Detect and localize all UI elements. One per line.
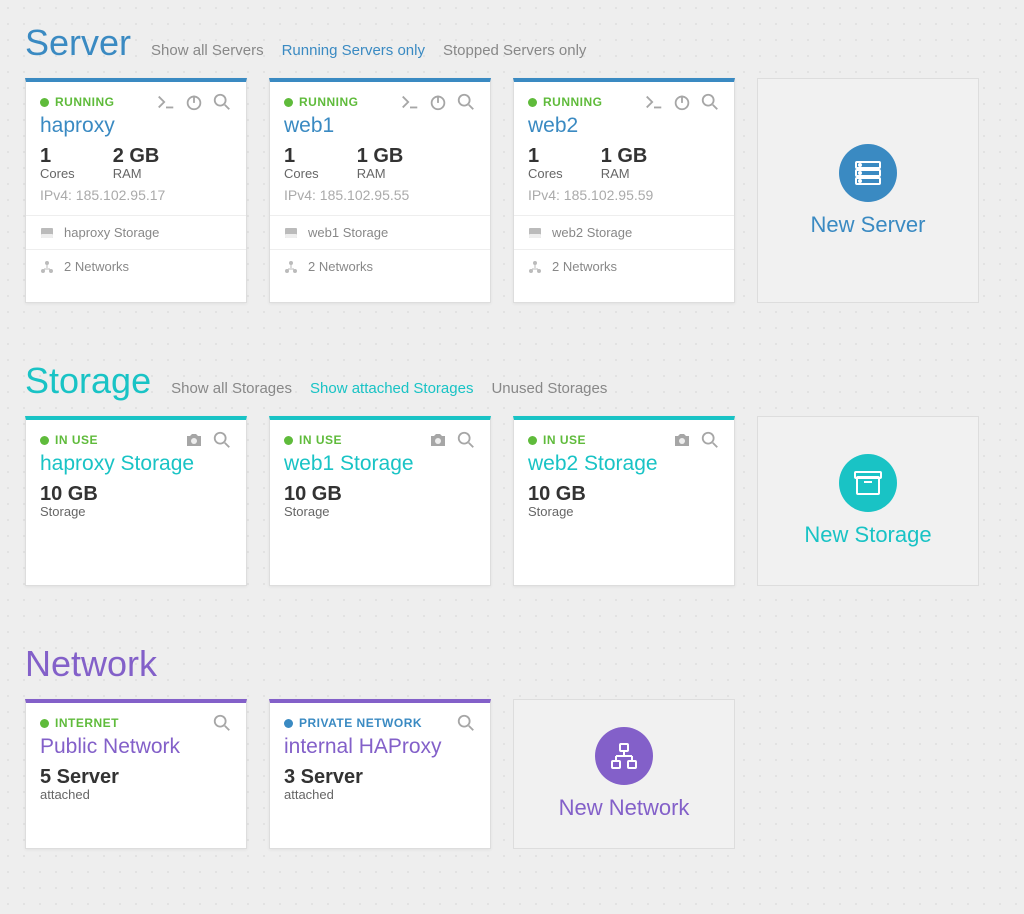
status-badge: INTERNET <box>40 716 119 730</box>
status-badge: IN USE <box>528 433 586 447</box>
storage-size: 10 GB <box>284 484 342 504</box>
network-icon <box>528 260 542 274</box>
server-networks-row[interactable]: 2 Networks <box>514 249 734 283</box>
network-icon <box>40 260 54 274</box>
terminal-icon[interactable] <box>156 92 176 112</box>
network-icon <box>284 260 298 274</box>
storage-filters: Show all Storages Show attached Storages… <box>171 380 607 397</box>
power-icon[interactable] <box>184 92 204 112</box>
terminal-icon[interactable] <box>644 92 664 112</box>
search-icon[interactable] <box>456 430 476 450</box>
status-badge: RUNNING <box>528 95 603 109</box>
snapshot-icon[interactable] <box>428 430 448 450</box>
network-tree-icon <box>595 727 653 785</box>
server-storage-row[interactable]: web1 Storage <box>270 215 490 249</box>
server-storage-row[interactable]: web2 Storage <box>514 215 734 249</box>
disk-icon <box>284 226 298 240</box>
storage-size: 10 GB <box>528 484 586 504</box>
storage-filter-attached[interactable]: Show attached Storages <box>310 380 473 397</box>
power-icon[interactable] <box>672 92 692 112</box>
search-icon[interactable] <box>700 92 720 112</box>
server-filters: Show all Servers Running Servers only St… <box>151 42 586 59</box>
terminal-icon[interactable] <box>400 92 420 112</box>
server-card[interactable]: RUNNING web2 1Cores 1 GBRAM IPv4: 185.10… <box>513 78 735 303</box>
server-title: Server <box>25 22 131 64</box>
network-title: Network <box>25 643 157 685</box>
snapshot-icon[interactable] <box>672 430 692 450</box>
server-networks-row[interactable]: 2 Networks <box>270 249 490 283</box>
search-icon[interactable] <box>212 430 232 450</box>
new-network-button[interactable]: New Network <box>513 699 735 849</box>
network-name[interactable]: internal HAProxy <box>284 735 476 759</box>
server-name[interactable]: web2 <box>528 114 720 138</box>
ram-value: 2 GB <box>113 146 160 166</box>
cores-value: 1 <box>40 146 75 166</box>
server-filter-running[interactable]: Running Servers only <box>282 42 425 59</box>
search-icon[interactable] <box>456 713 476 733</box>
network-name[interactable]: Public Network <box>40 735 232 759</box>
cores-value: 1 <box>528 146 563 166</box>
snapshot-icon[interactable] <box>184 430 204 450</box>
server-storage-row[interactable]: haproxy Storage <box>26 215 246 249</box>
status-badge: PRIVATE NETWORK <box>284 716 422 730</box>
network-count: 3 Server <box>284 767 363 787</box>
storage-name[interactable]: web1 Storage <box>284 452 476 476</box>
storage-section: Storage Show all Storages Show attached … <box>25 338 999 586</box>
new-server-button[interactable]: New Server <box>757 78 979 303</box>
power-icon[interactable] <box>428 92 448 112</box>
status-badge: RUNNING <box>40 95 115 109</box>
server-icon <box>839 144 897 202</box>
cores-value: 1 <box>284 146 319 166</box>
server-filter-all[interactable]: Show all Servers <box>151 42 264 59</box>
storage-icon <box>839 454 897 512</box>
storage-card[interactable]: IN USE web1 Storage 10 GBStorage <box>269 416 491 586</box>
server-name[interactable]: web1 <box>284 114 476 138</box>
ram-value: 1 GB <box>601 146 648 166</box>
server-ip: IPv4: 185.102.95.17 <box>40 187 232 203</box>
server-section: Server Show all Servers Running Servers … <box>25 0 999 303</box>
status-badge: IN USE <box>284 433 342 447</box>
storage-filter-unused[interactable]: Unused Storages <box>491 380 607 397</box>
server-card[interactable]: RUNNING haproxy 1Cores 2 GBRAM IPv4: 185… <box>25 78 247 303</box>
disk-icon <box>528 226 542 240</box>
status-badge: IN USE <box>40 433 98 447</box>
network-count: 5 Server <box>40 767 119 787</box>
search-icon[interactable] <box>212 92 232 112</box>
network-card[interactable]: PRIVATE NETWORK internal HAProxy 3 Serve… <box>269 699 491 849</box>
new-storage-button[interactable]: New Storage <box>757 416 979 586</box>
storage-card[interactable]: IN USE web2 Storage 10 GBStorage <box>513 416 735 586</box>
search-icon[interactable] <box>456 92 476 112</box>
status-badge: RUNNING <box>284 95 359 109</box>
server-card[interactable]: RUNNING web1 1Cores 1 GBRAM IPv4: 185.10… <box>269 78 491 303</box>
search-icon[interactable] <box>700 430 720 450</box>
storage-card[interactable]: IN USE haproxy Storage 10 GBStorage <box>25 416 247 586</box>
disk-icon <box>40 226 54 240</box>
server-ip: IPv4: 185.102.95.59 <box>528 187 720 203</box>
server-filter-stopped[interactable]: Stopped Servers only <box>443 42 586 59</box>
search-icon[interactable] <box>212 713 232 733</box>
storage-name[interactable]: haproxy Storage <box>40 452 232 476</box>
server-ip: IPv4: 185.102.95.55 <box>284 187 476 203</box>
network-section: Network INTERNET Public Network 5 Server… <box>25 621 999 849</box>
server-networks-row[interactable]: 2 Networks <box>26 249 246 283</box>
storage-title: Storage <box>25 360 151 402</box>
storage-size: 10 GB <box>40 484 98 504</box>
network-card[interactable]: INTERNET Public Network 5 Serverattached <box>25 699 247 849</box>
ram-value: 1 GB <box>357 146 404 166</box>
storage-name[interactable]: web2 Storage <box>528 452 720 476</box>
storage-filter-all[interactable]: Show all Storages <box>171 380 292 397</box>
server-name[interactable]: haproxy <box>40 114 232 138</box>
